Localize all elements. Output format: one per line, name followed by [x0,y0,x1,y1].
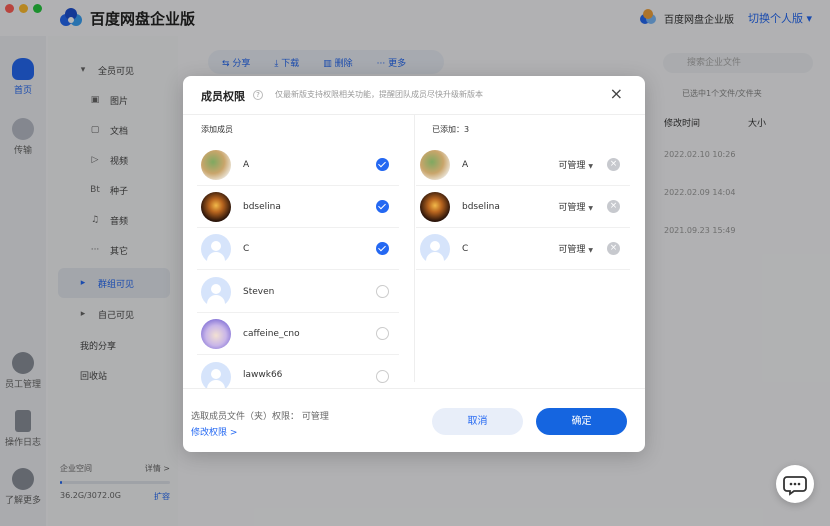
permission-dropdown[interactable]: 可管理 ▼ [558,158,593,171]
checkbox-unchecked[interactable] [376,370,389,383]
member-name: lawwk66 [243,370,283,380]
member-name: C [243,243,250,254]
checkbox-checked[interactable] [376,200,389,213]
remove-icon[interactable]: × [607,242,620,255]
checkbox-unchecked[interactable] [376,285,389,298]
member-name: bdselina [243,201,281,212]
confirm-button[interactable]: 确定 [536,408,627,435]
checkbox-checked[interactable] [376,158,389,171]
member-row[interactable]: C [197,228,399,270]
added-member-row: bdselina 可管理 ▼ × [416,186,630,228]
permission-dropdown[interactable]: 可管理 ▼ [558,242,593,255]
default-avatar [201,276,231,307]
checkbox-checked[interactable] [376,242,389,255]
default-avatar [201,362,231,388]
member-row[interactable]: A [197,144,399,186]
remove-icon[interactable]: × [607,200,620,213]
permission-dropdown[interactable]: 可管理 ▼ [558,200,593,213]
modify-permission-link[interactable]: 修改权限 > [191,425,237,438]
help-icon[interactable]: ? [253,89,263,100]
remove-icon[interactable]: × [607,158,620,171]
avatar [420,149,450,180]
member-name: A [462,159,469,170]
avatar [420,191,450,222]
member-name: C [462,243,469,254]
chat-support-button[interactable] [776,465,814,503]
default-avatar [420,233,450,264]
member-row[interactable]: Steven [197,271,399,313]
member-name: caffeine_cno [243,328,300,339]
avatar [201,191,231,222]
caret-down-icon: ▼ [588,163,593,170]
caret-down-icon: ▼ [588,205,593,212]
checkbox-unchecked[interactable] [376,327,389,340]
member-permission-dialog: 成员权限 ? 仅最新版支持权限相关功能，提醒团队成员尽快升级新版本 × 添加成员… [183,76,645,452]
dialog-subtitle: ? 仅最新版支持权限相关功能，提醒团队成员尽快升级新版本 [253,89,483,100]
column-divider [414,114,415,382]
default-avatar [201,233,231,264]
close-icon[interactable]: × [610,86,623,102]
cancel-button[interactable]: 取消 [432,408,523,435]
footer-permission-text: 选取成员文件（夹）权限： 可管理 [191,412,329,422]
member-row[interactable]: caffeine_cno [197,313,399,355]
member-name: bdselina [462,201,500,212]
member-row[interactable]: bdselina [197,186,399,228]
added-count-label: 已添加：3 [432,125,470,134]
added-member-row: A 可管理 ▼ × [416,144,630,186]
dialog-title: 成员权限 [201,90,245,103]
chat-bubble-icon [783,476,807,496]
caret-down-icon: ▼ [588,247,593,254]
add-members-label: 添加成员 [201,125,233,134]
added-member-row: C 可管理 ▼ × [416,228,630,270]
member-row[interactable]: lawwk66 [197,356,399,388]
avatar [201,318,231,349]
member-name: Steven [243,286,275,297]
divider [183,388,645,389]
avatar [201,149,231,180]
member-name: A [243,159,250,170]
dialog-subtitle-text: 仅最新版支持权限相关功能，提醒团队成员尽快升级新版本 [275,90,483,99]
